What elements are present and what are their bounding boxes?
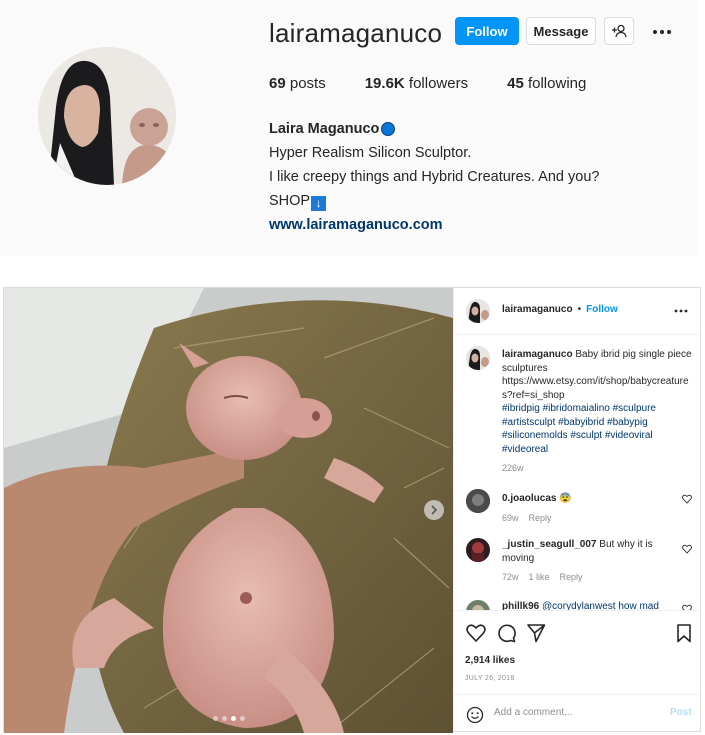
commenter-avatar-image [466,489,490,513]
comment-item: phillk96 @corydylanwest how mad [502,600,678,610]
carousel-dot [231,716,236,721]
comment-meta: 69w Reply [502,512,678,526]
profile-avatar[interactable] [38,47,176,185]
followers-stat[interactable]: 19.6K followers [365,75,468,92]
comment-meta: 72w 1 like Reply [502,571,678,585]
comment-text: 😨 [556,493,572,504]
bio-line-1: Hyper Realism Silicon Sculptor. [269,145,472,161]
posts-stat: 69 posts [269,75,326,92]
following-stat[interactable]: 45 following [507,75,586,92]
post-follow-button[interactable]: Follow [586,304,618,315]
comment-reply-button[interactable]: Reply [529,513,552,523]
post-date: JULY 26, 2018 [465,675,515,682]
bio-shop: SHOP [269,193,311,209]
like-count[interactable]: 2,914 likes [465,655,515,666]
comment-username[interactable]: 0.joaolucas [502,493,556,504]
post-author-username[interactable]: lairamaganuco [502,304,573,315]
carousel-dot [240,716,245,721]
comment-item: 0.joaolucas 😨 69w Reply [502,492,678,525]
profile-header: lairamaganuco Follow Message 69 posts 19… [0,0,697,256]
comment-like-count[interactable]: 1 like [529,572,550,582]
comment-age: 69w [502,512,519,523]
profile-stats: 69 posts 19.6K followers 45 following [269,75,625,92]
carousel-next-button[interactable] [424,500,444,520]
separator-dot: • [577,304,582,315]
comment-input[interactable] [494,707,664,718]
comment-item: _justin_seagull_007 But why it is moving… [502,538,678,585]
profile-bio: Laira Maganuco Hyper Realism Silicon Scu… [269,117,599,237]
profile-full-name-row: Laira Maganuco [269,117,599,141]
bio-shop-row: SHOP ↓ [269,189,599,213]
follow-button[interactable]: Follow [455,17,519,45]
comment-text: @corydylanwest how mad [539,601,659,610]
carousel-dot [213,716,218,721]
more-options-icon [674,309,688,313]
post-actions: 2,914 likes JULY 26, 2018 Post [454,610,701,734]
caption-hashtags[interactable]: #ibridpig #ibridomaialino #sculpure #art… [502,403,656,455]
caption-author-avatar[interactable] [466,346,490,370]
followers-count: 19.6K [364,75,405,92]
post-header: lairamaganuco • Follow [454,288,701,335]
profile-full-name: Laira Maganuco [269,121,380,137]
post-author-row: lairamaganuco • Follow [502,304,618,315]
bio-line-2: I like creepy things and Hybrid Creature… [269,169,600,185]
comment-username[interactable]: _justin_seagull_007 [502,539,597,550]
comment-bubble-icon[interactable] [496,623,516,643]
comment-age: 72w [502,572,519,582]
comments-list[interactable]: lairamaganuco Baby ibrid pig single piec… [454,334,701,610]
followers-label: followers [404,75,469,92]
chevron-right-icon [431,505,438,515]
posts-count: 69 [269,75,286,92]
suggested-users-button[interactable] [604,17,634,45]
carousel-dots [213,716,245,721]
caption-age: 226w [502,463,524,473]
commenter-avatar-image [466,538,490,562]
down-arrow-icon: ↓ [311,196,327,211]
following-label: following [523,75,587,92]
author-avatar-image [466,299,490,323]
following-count: 45 [507,75,524,92]
share-paper-plane-icon[interactable] [526,623,546,643]
post-media[interactable] [4,288,453,733]
commenter-avatar[interactable] [466,489,490,513]
commenter-avatar[interactable] [466,600,490,610]
like-heart-icon[interactable] [466,623,486,643]
add-user-icon [612,24,627,38]
post-card: lairamaganuco • Follow lairamaganuco Bab… [3,287,701,733]
post-options-button[interactable] [674,301,688,316]
comment-username[interactable]: phillk96 [502,601,539,610]
profile-avatar-image [38,47,176,185]
like-comment-heart-icon[interactable] [682,544,692,554]
save-bookmark-icon[interactable] [674,623,694,643]
add-comment-bar: Post [454,694,701,735]
emoji-icon[interactable] [466,706,484,724]
message-button[interactable]: Message [526,17,596,45]
post-photo [4,288,453,733]
caption-author[interactable]: lairamaganuco [502,349,573,360]
post-sidebar: lairamaganuco • Follow lairamaganuco Bab… [453,288,701,733]
profile-options-button[interactable] [648,18,676,46]
commenter-avatar-image [466,600,490,610]
profile-username: lairamaganuco [269,18,443,48]
comment-reply-button[interactable]: Reply [560,572,583,582]
author-avatar-image [466,346,490,370]
profile-website-link[interactable]: www.lairamaganuco.com [269,213,599,237]
more-options-icon [653,30,671,34]
post-caption: lairamaganuco Baby ibrid pig single piec… [502,348,692,476]
carousel-dot [222,716,227,721]
post-author-avatar[interactable] [466,299,490,323]
posts-label: posts [285,75,326,92]
caption-meta: 226w [502,462,692,476]
like-comment-heart-icon[interactable] [682,494,692,504]
commenter-avatar[interactable] [466,538,490,562]
blue-circle-emoji-icon [381,122,396,136]
post-comment-button[interactable]: Post [670,707,692,718]
